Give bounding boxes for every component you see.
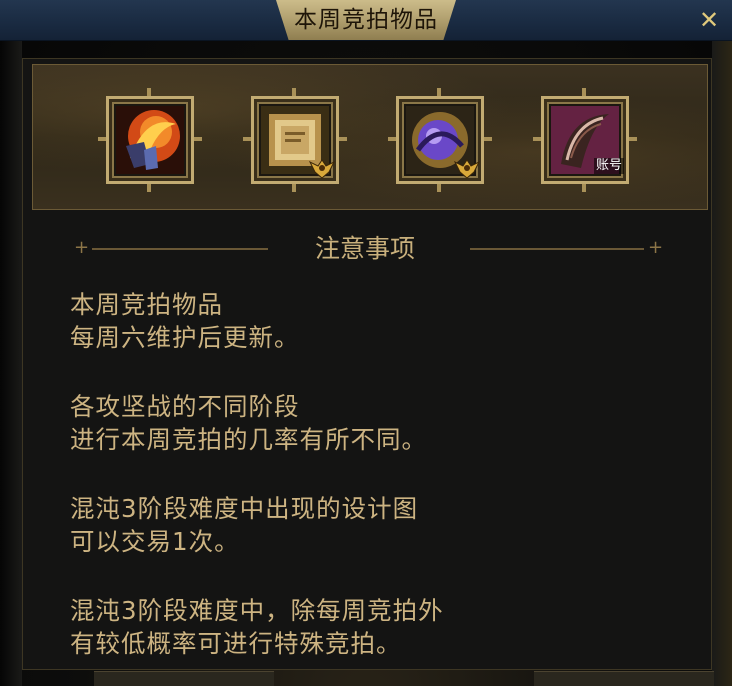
note-line: 每周六维护后更新。 [70,323,300,352]
notes-heading: 注意事项 [314,234,415,263]
divider-plus-left: + [74,237,90,258]
item-slot-3[interactable] [388,88,492,192]
close-icon: ✕ [698,6,720,34]
account-bound-tag: 账号 [593,158,624,174]
note-line: 混沌3阶段难度中出现的设计图 [70,494,419,523]
footer-tab-left [94,671,274,686]
note-line: 进行本周竞拍的几率有所不同。 [70,425,427,454]
wing-emblem-icon [453,156,481,180]
note-line: 混沌3阶段难度中，除每周竞拍外 [70,596,444,625]
divider-plus-right: + [648,237,664,258]
note-line: 本周竞拍物品 [70,290,223,319]
note-line: 有较低概率可进行特殊竞拍。 [70,629,402,658]
left-border [0,40,22,686]
item-slot-1[interactable] [98,88,202,192]
note-line: 可以交易1次。 [70,527,240,556]
flame-orb-icon [116,106,184,174]
divider-right [470,248,644,250]
right-border [712,40,732,686]
item-slot-4[interactable]: 账号 [533,88,637,192]
close-button[interactable]: ✕ [696,7,722,33]
wing-emblem-icon [308,156,336,180]
window-title: 本周竞拍物品 [294,7,438,33]
note-line: 各攻坚战的不同阶段 [70,392,300,421]
item-slot-2[interactable] [243,88,347,192]
footer-tab-right [534,671,714,686]
